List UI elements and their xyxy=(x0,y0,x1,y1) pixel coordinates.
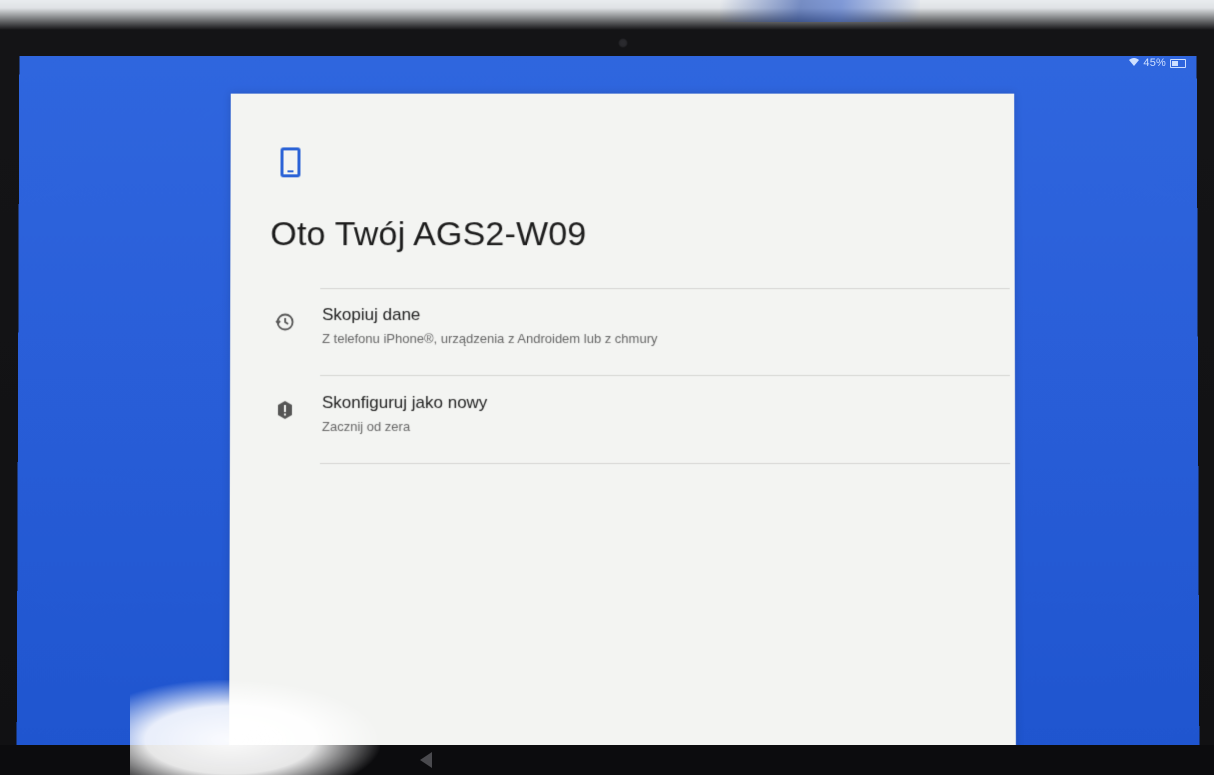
page-title: Oto Twój AGS2-W09 xyxy=(270,215,587,254)
setup-new-option[interactable]: Skonfiguruj jako nowy Zacznij od zera xyxy=(260,381,1000,461)
history-icon xyxy=(274,311,296,333)
setup-card: Oto Twój AGS2-W09 Skopiuj dane Z telefon… xyxy=(229,93,1016,746)
option-subtitle: Zacznij od zera xyxy=(321,419,411,435)
option-label: Skopiuj dane xyxy=(322,305,421,325)
status-bar: 45% xyxy=(1129,57,1186,69)
divider xyxy=(319,463,1011,465)
divider xyxy=(320,288,1010,290)
copy-data-option[interactable]: Skopiuj dane Z telefonu iPhone®, urządze… xyxy=(260,293,1000,373)
front-camera xyxy=(618,38,628,48)
new-device-icon xyxy=(274,399,296,421)
divider xyxy=(320,375,1010,377)
option-subtitle: Z telefonu iPhone®, urządzenia z Android… xyxy=(322,331,658,347)
bezel-reflection xyxy=(720,0,920,22)
tablet-screen: Oto Twój AGS2-W09 Skopiuj dane Z telefon… xyxy=(16,55,1200,746)
option-label: Skonfiguruj jako nowy xyxy=(321,393,488,413)
back-icon[interactable] xyxy=(420,752,432,768)
phone-icon xyxy=(280,147,301,178)
wifi-icon xyxy=(1129,57,1140,69)
battery-percent: 45% xyxy=(1143,57,1166,69)
light-reflection xyxy=(130,680,380,775)
battery-icon xyxy=(1170,58,1186,68)
tablet-photo: Oto Twój AGS2-W09 Skopiuj dane Z telefon… xyxy=(0,0,1214,775)
